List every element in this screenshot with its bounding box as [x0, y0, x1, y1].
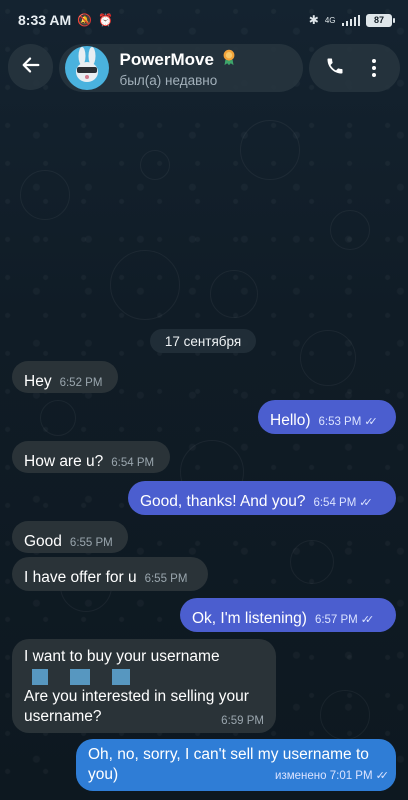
signal-icon [341, 14, 360, 26]
message-incoming[interactable]: I have offer for u 6:55 PM [12, 557, 208, 591]
battery-icon: 87 [366, 13, 395, 27]
message-text: I want to buy your username [24, 648, 220, 665]
message-text: I have offer for u [24, 569, 137, 586]
back-button[interactable] [8, 44, 54, 90]
call-button[interactable] [317, 50, 353, 86]
chat-status: был(а) недавно [119, 73, 218, 88]
read-checkmarks-icon: ✓✓ [375, 770, 390, 782]
bluetooth-icon: ✱ [308, 13, 319, 27]
alarm-icon: ⏰ [98, 13, 114, 27]
message-time: 6:53 PM ✓✓ [318, 412, 378, 432]
chat-info[interactable]: PowerMove был(а) недавно [59, 44, 303, 92]
award-badge-icon [220, 48, 238, 71]
message-text: Hello) [270, 412, 311, 429]
avatar[interactable] [65, 46, 110, 90]
more-options-button[interactable] [356, 50, 392, 86]
message-time: 6:54 PM ✓✓ [313, 493, 373, 513]
read-checkmarks-icon: ✓✓ [359, 497, 373, 509]
message-time: 6:55 PM [69, 537, 113, 549]
message-text: How are u? [24, 453, 104, 470]
message-outgoing[interactable]: Ok, I'm listening) 6:57 PM ✓✓ [180, 598, 396, 632]
message-incoming[interactable]: I want to buy your username Are you inte… [12, 639, 276, 733]
chat-title: PowerMove [119, 49, 214, 69]
status-time: 8:33 AM [18, 12, 72, 28]
header-actions [308, 44, 400, 92]
network-type: 4G [324, 15, 336, 25]
back-arrow-icon [20, 54, 42, 81]
phone-icon [325, 56, 345, 81]
status-bar: 8:33 AM 🔕 ⏰ ✱ 4G 87 [0, 0, 408, 40]
message-time: 6:52 PM [59, 377, 103, 389]
message-outgoing[interactable]: Good, thanks! And you? 6:54 PM ✓✓ [128, 481, 396, 515]
message-text: Ok, I'm listening) [192, 610, 307, 627]
read-checkmarks-icon: ✓✓ [364, 416, 378, 428]
message-time: изменено 7:01 PM ✓✓ [275, 766, 390, 786]
message-text: Good, thanks! And you? [140, 493, 306, 510]
message-outgoing[interactable]: Hello) 6:53 PM ✓✓ [258, 400, 396, 434]
message-outgoing[interactable]: Oh, no, sorry, I can't sell my username … [76, 739, 396, 791]
censored-content [32, 669, 264, 685]
message-incoming[interactable]: How are u? 6:54 PM [12, 441, 170, 473]
message-time: 6:54 PM [111, 457, 155, 469]
message-text: Good [24, 533, 62, 550]
chat-header: PowerMove был(а) недавно [8, 44, 400, 92]
mute-icon: 🔕 [77, 13, 93, 27]
message-incoming[interactable]: Hey 6:52 PM [12, 361, 118, 393]
read-checkmarks-icon: ✓✓ [360, 614, 375, 626]
message-incoming[interactable]: Good 6:55 PM [12, 521, 128, 553]
message-text: Hey [24, 373, 52, 390]
message-time: 6:55 PM [144, 573, 188, 585]
more-vertical-icon [372, 59, 377, 77]
date-separator: 17 сентября [150, 329, 256, 353]
message-time: 6:57 PM ✓✓ [315, 610, 375, 630]
